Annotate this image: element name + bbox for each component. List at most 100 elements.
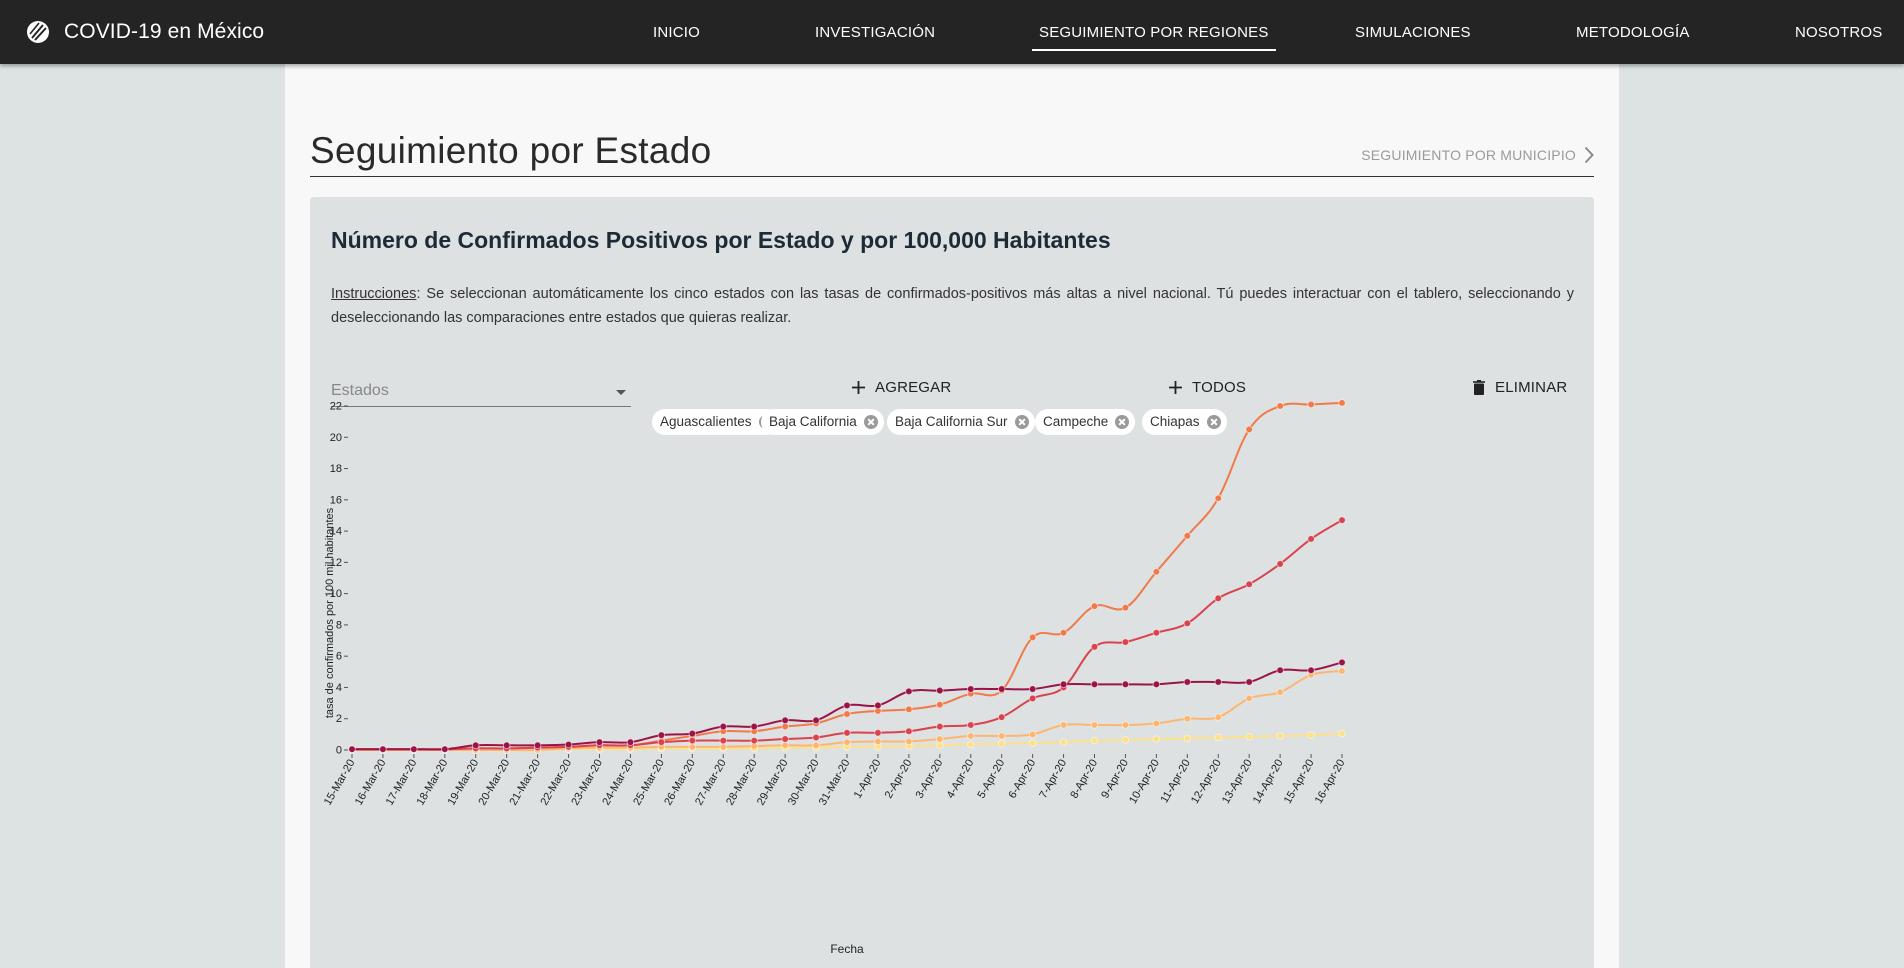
y-tick-label: 6 xyxy=(336,651,342,663)
nav-metodologia[interactable]: METODOLOGÍA xyxy=(1576,0,1690,64)
data-point xyxy=(688,729,697,738)
data-point xyxy=(688,736,697,745)
data-point xyxy=(657,731,666,739)
x-tick-label: 18-Mar-20 xyxy=(415,758,451,808)
data-point xyxy=(812,741,820,750)
nav-simulaciones[interactable]: SIMULACIONES xyxy=(1355,0,1471,64)
data-point xyxy=(874,701,882,710)
data-point xyxy=(997,732,1006,740)
data-point xyxy=(1152,719,1161,728)
data-point xyxy=(1059,629,1068,637)
data-point xyxy=(595,738,604,746)
data-point xyxy=(1307,535,1315,543)
x-tick-label: 9-Apr-20 xyxy=(1099,758,1131,801)
x-tick-label: 8-Apr-20 xyxy=(1068,758,1100,801)
data-point xyxy=(719,743,727,751)
data-point xyxy=(1152,680,1161,689)
data-point xyxy=(1090,680,1099,689)
y-tick-label: 22 xyxy=(330,401,342,413)
data-point xyxy=(1214,713,1222,721)
x-tick-label: 26-Mar-20 xyxy=(662,758,698,808)
data-point xyxy=(936,741,944,750)
data-point xyxy=(1214,494,1222,502)
data-point xyxy=(472,741,480,750)
page-title: Seguimiento por Estado xyxy=(310,130,712,171)
x-tick-label: 19-Mar-20 xyxy=(446,758,482,808)
data-point xyxy=(997,713,1006,721)
y-tick-label: 16 xyxy=(330,494,342,506)
data-point xyxy=(1183,734,1192,742)
x-tick-label: 6-Apr-20 xyxy=(1006,758,1038,801)
data-point xyxy=(533,741,542,750)
data-point xyxy=(1028,739,1037,747)
data-point xyxy=(997,685,1006,693)
x-tick-label: 7-Apr-20 xyxy=(1037,758,1069,801)
data-point xyxy=(997,740,1006,748)
data-point xyxy=(1245,694,1253,703)
data-point xyxy=(1245,733,1253,741)
data-point xyxy=(905,737,913,746)
x-tick-label: 21-Mar-20 xyxy=(507,758,543,808)
x-tick-label: 30-Mar-20 xyxy=(786,758,822,808)
data-point xyxy=(1121,721,1130,729)
data-point xyxy=(688,743,697,751)
data-point xyxy=(874,729,882,737)
brand[interactable]: COVID-19 en México xyxy=(26,0,264,64)
data-point xyxy=(1338,399,1346,407)
nav-investigacion[interactable]: INVESTIGACIÓN xyxy=(815,0,935,64)
confirmados-line-chart: 024681012141618202215-Mar-2016-Mar-2017-… xyxy=(322,399,1348,956)
x-tick-label: 15-Apr-20 xyxy=(1282,758,1317,806)
x-tick-label: 31-Mar-20 xyxy=(817,758,853,808)
y-axis-label: tasa de confirmados por 100 mil habitant… xyxy=(324,507,336,718)
data-point xyxy=(843,710,851,718)
y-tick-label: 2 xyxy=(336,713,342,725)
data-point xyxy=(1276,732,1284,740)
data-point xyxy=(1152,568,1161,576)
x-axis-label: Fecha xyxy=(830,942,864,956)
data-point xyxy=(1245,580,1253,588)
nav-inicio[interactable]: INICIO xyxy=(653,0,700,64)
data-point xyxy=(874,737,882,746)
data-point xyxy=(1214,678,1222,686)
data-point xyxy=(719,722,727,731)
data-point xyxy=(936,700,944,709)
nav-nosotros[interactable]: NOSOTROS xyxy=(1795,0,1882,64)
x-tick-label: 2-Apr-20 xyxy=(883,758,915,801)
seguimiento-por-municipio-link[interactable]: SEGUIMIENTO POR MUNICIPIO xyxy=(1361,146,1594,164)
data-point xyxy=(843,738,851,746)
data-point xyxy=(1059,738,1068,746)
data-point xyxy=(750,736,758,745)
virus-logo-icon xyxy=(27,21,49,43)
data-point xyxy=(781,716,789,724)
data-point xyxy=(657,738,666,746)
x-tick-label: 5-Apr-20 xyxy=(975,758,1007,801)
x-tick-label: 11-Apr-20 xyxy=(1158,758,1192,806)
data-point xyxy=(1307,400,1315,409)
data-point xyxy=(1183,678,1192,686)
nav-seguimiento-por-regiones[interactable]: SEGUIMIENTO POR REGIONES xyxy=(1032,0,1276,64)
data-point xyxy=(1245,425,1253,434)
x-tick-label: 4-Apr-20 xyxy=(945,758,977,801)
data-point xyxy=(502,741,511,750)
data-point xyxy=(1307,731,1315,739)
municipio-link-label: SEGUIMIENTO POR MUNICIPIO xyxy=(1361,147,1576,163)
data-point xyxy=(1121,680,1130,689)
top-navbar: COVID-19 en México INICIO INVESTIGACIÓN … xyxy=(0,0,1904,64)
data-point xyxy=(936,735,944,743)
x-tick-label: 22-Mar-20 xyxy=(538,758,574,808)
data-point xyxy=(936,722,944,731)
main-content: Seguimiento por Estado SEGUIMIENTO POR M… xyxy=(285,64,1619,968)
x-tick-label: 25-Mar-20 xyxy=(631,758,667,808)
data-point xyxy=(967,685,975,693)
x-tick-label: 29-Mar-20 xyxy=(755,758,791,808)
brand-title: COVID-19 en México xyxy=(64,20,265,43)
data-point xyxy=(843,701,851,710)
data-point xyxy=(564,740,573,749)
data-point xyxy=(905,727,913,735)
data-point xyxy=(379,745,387,753)
data-point xyxy=(1214,733,1222,742)
x-tick-label: 10-Apr-20 xyxy=(1127,758,1162,806)
data-point xyxy=(1090,736,1099,745)
data-point xyxy=(1090,602,1099,610)
data-point xyxy=(1028,685,1037,693)
